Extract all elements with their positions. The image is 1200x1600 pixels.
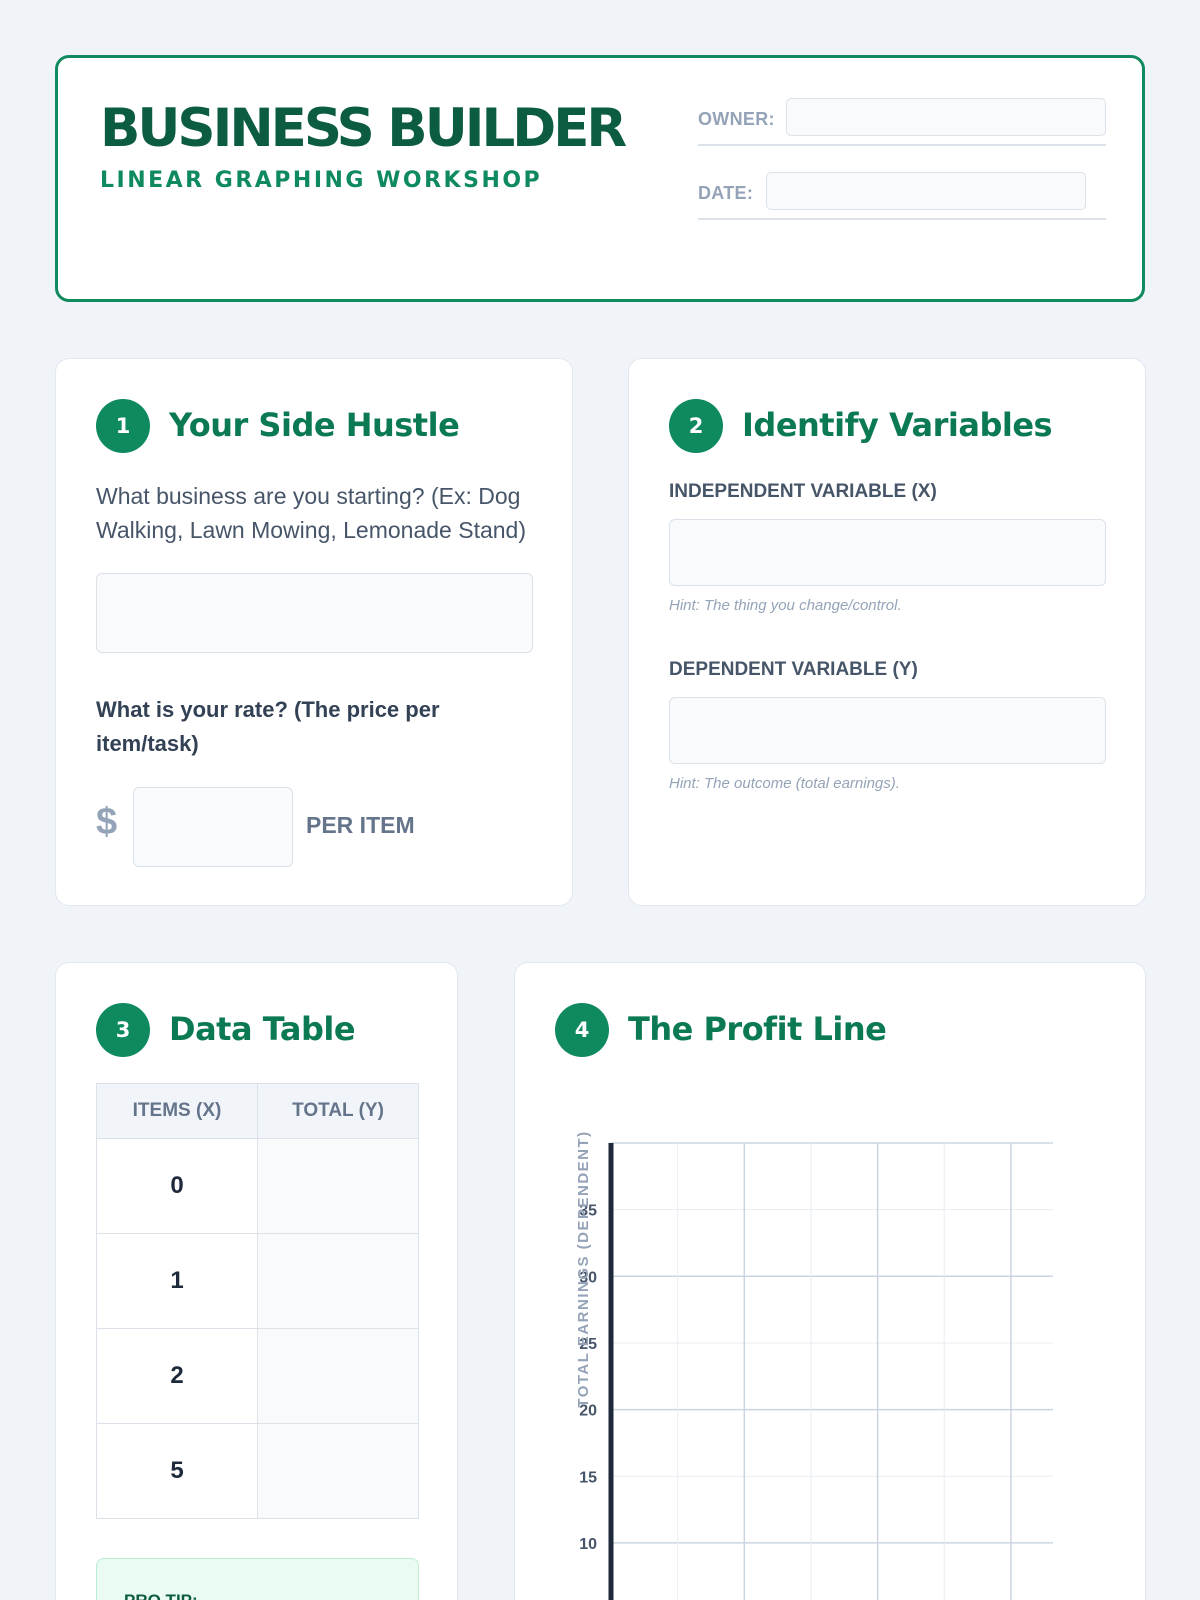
owner-input[interactable] (786, 98, 1106, 136)
side-hustle-title: Your Side Hustle (169, 406, 460, 444)
header-card: BUSINESS BUILDER LINEAR GRAPHING WORKSHO… (55, 55, 1145, 302)
x-cell: 2 (96, 1328, 258, 1424)
app-subtitle: LINEAR GRAPHING WORKSHOP (100, 168, 543, 193)
owner-row: OWNER: (698, 96, 1106, 146)
y-axis-label: TOTAL EARNINGS (DEPENDENT) (575, 1130, 592, 1407)
rate-question: What is your rate? (The price per item/t… (96, 697, 440, 756)
profit-line-chart[interactable]: 5101520253035TOTAL EARNINGS (DEPENDENT) (515, 963, 1147, 1600)
data-table: ITEMS (X) TOTAL (Y) 0 1 2 5 (96, 1083, 419, 1519)
app-title: BUSINESS BUILDER (100, 98, 627, 159)
dependent-hint: Hint: The outcome (total earnings). (669, 775, 900, 792)
table-header-row: ITEMS (X) TOTAL (Y) (96, 1083, 419, 1139)
variables-header: 2 Identify Variables (669, 399, 1149, 453)
y-cell-input[interactable] (257, 1328, 419, 1424)
x-cell: 0 (96, 1138, 258, 1234)
independent-label: INDEPENDENT VARIABLE (X) (669, 481, 937, 502)
date-input[interactable] (766, 172, 1086, 210)
rate-unit-label: PER ITEM (306, 812, 415, 838)
table-row: 5 (96, 1423, 419, 1519)
y-cell-input[interactable] (257, 1233, 419, 1329)
table-row: 1 (96, 1233, 419, 1329)
date-label: DATE: (698, 183, 754, 203)
y-tick-label: 10 (579, 1536, 597, 1553)
dependent-label: DEPENDENT VARIABLE (Y) (669, 659, 918, 680)
independent-input[interactable] (669, 519, 1106, 586)
date-row: DATE: (698, 170, 1106, 220)
dollar-sign: $ (96, 801, 118, 843)
y-tick-label: 15 (579, 1469, 597, 1486)
step-badge-3: 3 (96, 1003, 150, 1057)
profit-line-card: 4 The Profit Line 5101520253035TOTAL EAR… (514, 962, 1146, 1600)
x-cell: 5 (96, 1423, 258, 1519)
independent-hint: Hint: The thing you change/control. (669, 597, 902, 614)
table-row: 0 (96, 1138, 419, 1234)
data-table-title: Data Table (169, 1010, 356, 1048)
variables-card: 2 Identify Variables INDEPENDENT VARIABL… (628, 358, 1146, 906)
column-header-x: ITEMS (X) (96, 1083, 258, 1139)
side-hustle-header: 1 Your Side Hustle (96, 399, 576, 453)
data-table-header: 3 Data Table (96, 1003, 576, 1057)
side-hustle-card: 1 Your Side Hustle What business are you… (55, 358, 573, 906)
rate-input[interactable] (133, 787, 293, 867)
x-cell: 1 (96, 1233, 258, 1329)
step-badge-1: 1 (96, 399, 150, 453)
pro-tip-label: PRO TIP: (124, 1591, 198, 1600)
pro-tip-box: PRO TIP: (96, 1558, 419, 1600)
dependent-input[interactable] (669, 697, 1106, 764)
data-table-card: 3 Data Table ITEMS (X) TOTAL (Y) 0 1 2 5 (55, 962, 458, 1600)
y-cell-input[interactable] (257, 1423, 419, 1519)
table-row: 2 (96, 1328, 419, 1424)
owner-label: OWNER: (698, 109, 775, 129)
business-input[interactable] (96, 573, 533, 653)
variables-title: Identify Variables (742, 406, 1053, 444)
column-header-y: TOTAL (Y) (257, 1083, 419, 1139)
step-badge-2: 2 (669, 399, 723, 453)
business-question: What business are you starting? (Ex: Dog… (96, 483, 526, 543)
y-cell-input[interactable] (257, 1138, 419, 1234)
